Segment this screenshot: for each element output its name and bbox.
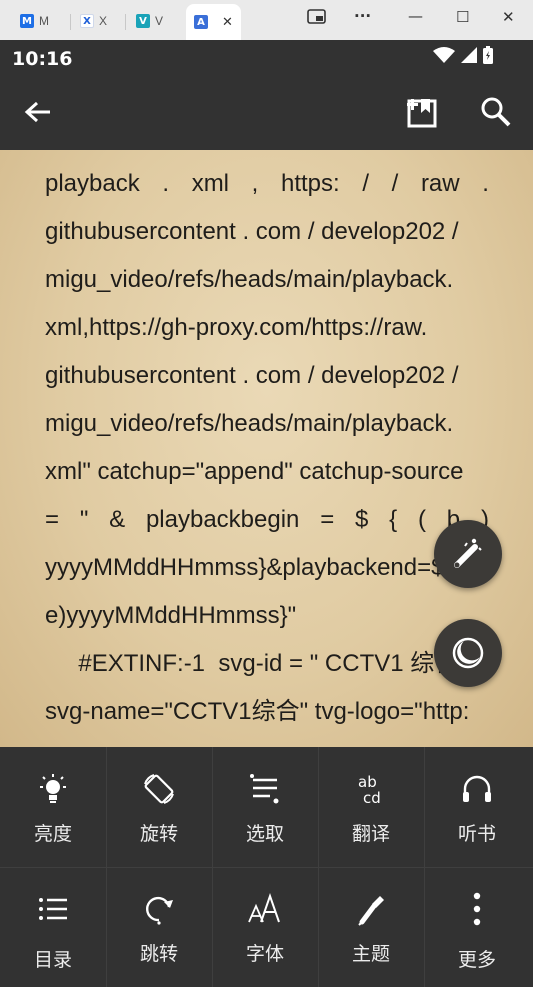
status-time: 10:16: [12, 48, 73, 70]
menu-label: 亮度: [33, 823, 72, 845]
text-line-3: migu_video/refs/heads/main/playback.: [45, 266, 454, 293]
tab-divider: [70, 14, 71, 30]
menu-select[interactable]: 选取: [212, 747, 318, 867]
text-line-4: xml,https://gh-proxy.com/https://raw.: [45, 314, 428, 341]
browser-tab-3[interactable]: V V: [136, 6, 163, 36]
jump-icon: [139, 889, 179, 929]
text-token: =: [320, 506, 335, 533]
app-a-icon: A: [194, 15, 208, 29]
menu-label: 旋转: [139, 823, 178, 845]
menu-label: 字体: [245, 943, 284, 965]
battery-icon: [483, 46, 493, 64]
text-line-11: #EXTINF:-1 svg-id = " CCTV1 综合: [45, 650, 459, 677]
text-line-9: yyyyMMddHHmmss}&playbackend=${(: [45, 554, 461, 581]
headphones-icon: [457, 769, 497, 809]
wifi-icon: [433, 47, 455, 63]
tab-divider: [125, 14, 126, 30]
close-window-icon[interactable]: ✕: [502, 8, 515, 26]
night-mode-button[interactable]: [434, 619, 502, 687]
font-icon: [245, 889, 285, 929]
back-button[interactable]: [20, 96, 56, 128]
select-icon: [245, 769, 285, 809]
text-line-1: playback . xml , https: / / raw .: [45, 170, 489, 198]
arrow-left-icon: [24, 101, 50, 123]
text-token: (: [417, 506, 426, 533]
translate-icon: ab cd: [351, 769, 391, 809]
browser-tab-4-active[interactable]: A ✕: [186, 4, 241, 40]
svg-text:cd: cd: [363, 789, 381, 806]
reader-page[interactable]: playback . xml , https: / / raw . github…: [0, 150, 533, 747]
close-tab-icon[interactable]: ✕: [222, 15, 233, 30]
text-token: /: [391, 170, 399, 197]
text-line-10: e)yyyyMMddHHmmss}": [45, 602, 297, 629]
menu-label: 目录: [33, 949, 72, 971]
text-token: =: [45, 506, 60, 533]
menu-more[interactable]: 更多: [424, 867, 530, 987]
more-vertical-icon: [457, 889, 497, 929]
menu-listen[interactable]: 听书: [424, 747, 530, 867]
text-token: &: [109, 506, 126, 533]
text-line-2: githubusercontent . com / develop202 /: [45, 218, 459, 245]
signal-icon: [461, 47, 477, 63]
tab-title: V: [155, 14, 164, 28]
menu-font[interactable]: 字体: [212, 867, 318, 987]
text-token: playbackbegin: [145, 506, 300, 533]
maximize-icon[interactable]: ☐: [456, 8, 469, 26]
toc-icon: [33, 889, 73, 929]
text-line-6: migu_video/refs/heads/main/playback.: [45, 410, 454, 437]
text-token: {: [389, 506, 398, 533]
text-line-8: = " & playbackbegin = $ { ( b ): [45, 506, 489, 534]
text-token: ": [79, 506, 89, 533]
menu-rotate[interactable]: 旋转: [106, 747, 212, 867]
menu-translate[interactable]: ab cd 翻译: [318, 747, 424, 867]
auto-scroll-button[interactable]: [434, 520, 502, 588]
more-options-icon[interactable]: ···: [354, 7, 371, 25]
menu-theme[interactable]: 主题: [318, 867, 424, 987]
browser-tab-2[interactable]: X X: [80, 6, 107, 36]
text-line-7: xml" catchup="append" catchup-source: [45, 458, 464, 485]
menu-label: 翻译: [351, 823, 390, 845]
tab-title: X: [99, 14, 108, 28]
text-token: /: [362, 170, 369, 197]
menu-brightness[interactable]: 亮度: [0, 747, 106, 867]
menu-label: 主题: [351, 943, 390, 965]
theme-icon: [351, 889, 391, 929]
browser-tab-strip: M M X X V V A ✕ ··· — ☐ ✕: [0, 0, 533, 40]
text-token: .: [162, 170, 170, 197]
text-token: $: [355, 506, 369, 533]
menu-label: 选取: [245, 823, 284, 845]
app-bar: 10:16: [0, 40, 533, 150]
minimize-icon[interactable]: —: [408, 7, 423, 25]
search-button[interactable]: [478, 94, 514, 130]
menu-toc[interactable]: 目录: [0, 867, 106, 987]
menu-label: 更多: [457, 949, 496, 971]
browser-tab-1[interactable]: M M: [20, 6, 49, 36]
rotate-icon: [139, 769, 179, 809]
bookmark-button[interactable]: [404, 94, 440, 130]
reader-bottom-menu: 亮度 旋转 选取 ab cd 翻译 听书 目录 跳转 字体 主题 更多: [0, 747, 533, 987]
text-line-5: githubusercontent . com / develop202 /: [45, 362, 459, 389]
cast-icon[interactable]: [307, 9, 327, 31]
app-x-icon: X: [80, 14, 94, 28]
auto-scroll-icon: [454, 538, 482, 568]
menu-label: 听书: [457, 823, 496, 845]
moon-icon: [452, 637, 484, 669]
text-token: https:: [280, 170, 340, 197]
app-m-icon: M: [20, 14, 34, 28]
brightness-icon: [33, 769, 73, 809]
text-token: raw: [420, 170, 460, 197]
status-icons: [433, 46, 493, 64]
menu-label: 跳转: [139, 943, 178, 965]
text-token: .: [482, 170, 489, 197]
search-icon: [481, 97, 511, 127]
text-token: xml: [191, 170, 230, 197]
text-token: ,: [251, 170, 259, 197]
bookmark-add-icon: [407, 99, 437, 128]
menu-jump[interactable]: 跳转: [106, 867, 212, 987]
app-v-icon: V: [136, 14, 150, 28]
tab-title: M: [39, 14, 49, 28]
text-line-12: svg-name="CCTV1综合" tvg-logo="http:: [45, 698, 470, 725]
text-token: playback: [45, 170, 140, 197]
